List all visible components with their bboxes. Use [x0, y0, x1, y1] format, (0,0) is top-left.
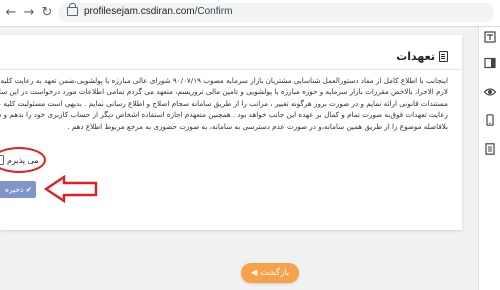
browser-toolbar: ← → ↻ profilesejam.csdiran.com/Confirm: [0, 0, 500, 27]
url-host: profilesejam.csdiran.com: [84, 6, 195, 17]
back-icon[interactable]: ←: [2, 4, 20, 22]
sidebar-panel-icon[interactable]: [484, 57, 496, 69]
accept-label: می پذیرم: [7, 155, 39, 165]
return-button[interactable]: بازگشت ◀: [241, 263, 299, 283]
accept-checkbox[interactable]: [0, 155, 4, 165]
document-icon[interactable]: [484, 143, 496, 155]
eye-icon[interactable]: [484, 86, 496, 98]
commitment-line: رعایت تعهدات فوق‌به صورت تمام و کمال بر …: [0, 110, 448, 120]
right-sidebar: [478, 27, 500, 290]
page-content: تعهدات اینجانب با اطلاع کامل از مفاد دست…: [0, 27, 478, 290]
reload-icon[interactable]: ↻: [38, 4, 56, 22]
mobile-icon[interactable]: [484, 114, 496, 126]
save-button[interactable]: ✔ ذخیره: [0, 181, 36, 198]
card-header: تعهدات: [396, 47, 448, 65]
card-title: تعهدات: [396, 49, 435, 63]
url-path: /Confirm: [194, 6, 233, 17]
commitments-text: اینجانب با اطلاع کامل از مفاد دستورالعمل…: [0, 75, 448, 132]
commitments-card: تعهدات اینجانب با اطلاع کامل از مفاد دست…: [0, 35, 462, 230]
accept-checkbox-row[interactable]: می پذیرم: [0, 155, 39, 165]
translate-icon[interactable]: [484, 31, 496, 43]
commitment-line: اینجانب با اطلاع کامل از مفاد دستورالعمل…: [0, 76, 448, 85]
commitment-line: بلافاصله موضوع را از طریق همین سامانه،و …: [67, 121, 448, 131]
clipboard-icon: [439, 50, 448, 62]
url-text: profilesejam.csdiran.com/Confirm: [84, 6, 232, 17]
pointer-arrow-annotation: [44, 175, 98, 203]
commitment-line: لازم الاجرا، بالاخص مقررات بازار سرمایه …: [0, 87, 448, 97]
lock-icon[interactable]: [67, 3, 78, 16]
commitment-line: مستندات قانونی ارائه نمایم و در صورت برو…: [0, 98, 448, 108]
forward-icon[interactable]: →: [20, 4, 38, 22]
address-bar[interactable]: profilesejam.csdiran.com/Confirm: [58, 3, 494, 22]
header-divider: [0, 69, 462, 70]
